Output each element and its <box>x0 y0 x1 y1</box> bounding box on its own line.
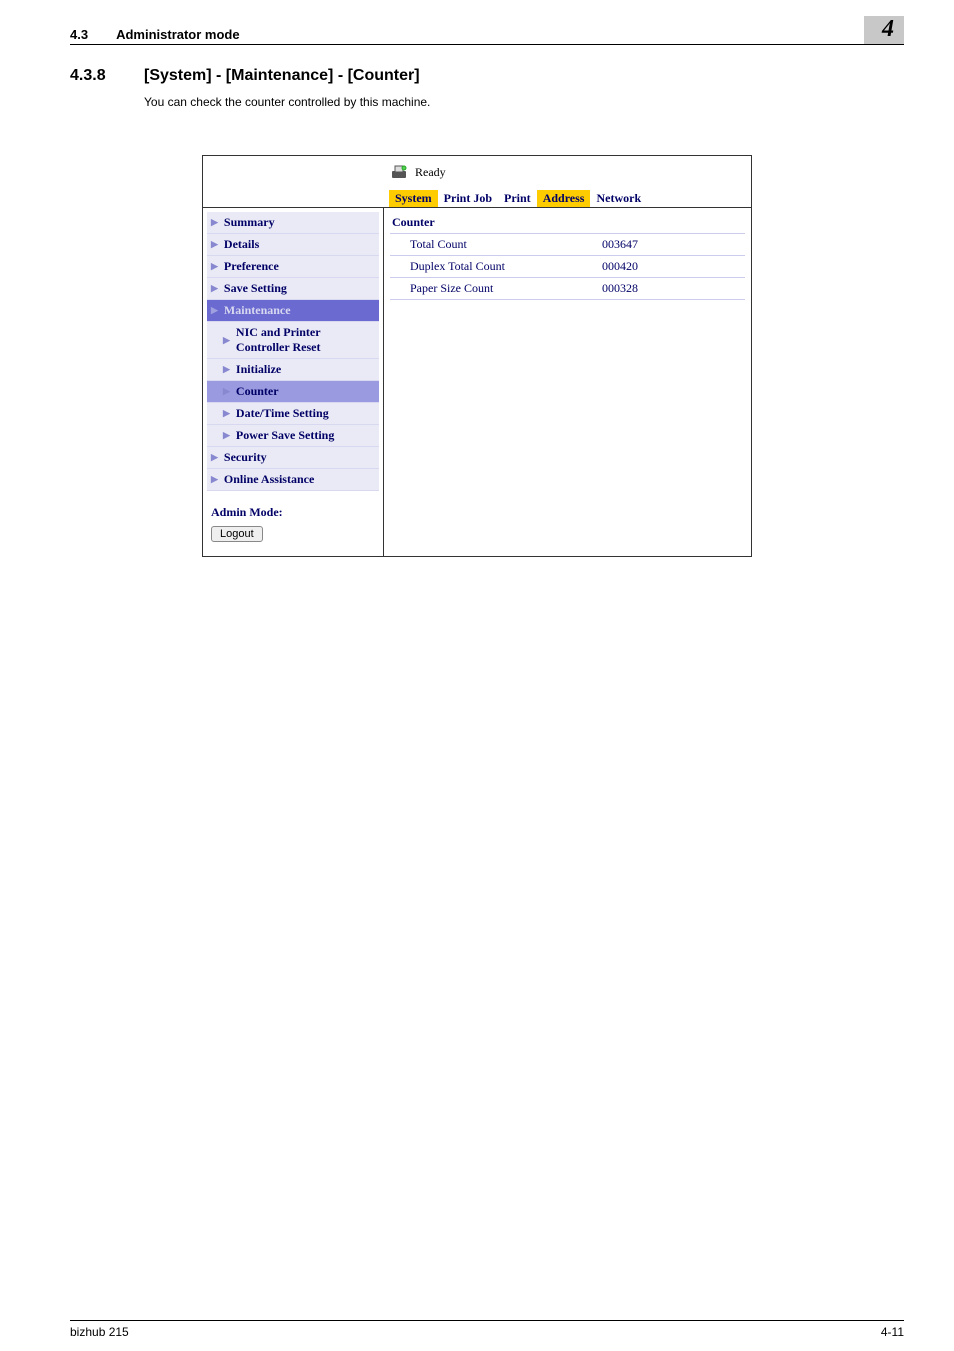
status-text: Ready <box>415 165 446 180</box>
tab-bar: System Print Job Print Address Network <box>389 190 751 207</box>
sidebar-list: ▶ Summary ▶ Details ▶ Preference ▶ Save Setting… <box>207 212 379 491</box>
sidebar-item[interactable]: ▶ Date/Time Setting <box>207 403 379 425</box>
tab-print-job[interactable]: Print Job <box>438 190 498 207</box>
tab-network[interactable]: Network <box>590 190 647 207</box>
counter-label: Total Count <box>392 237 602 252</box>
section-number: 4.3.8 <box>70 67 144 85</box>
sidebar-item-label: Preference <box>224 259 279 274</box>
chapter-badge: 4 <box>864 16 904 44</box>
sidebar-item-label: Counter <box>236 384 279 399</box>
sidebar-item[interactable]: ▶ Save Setting <box>207 278 379 300</box>
sidebar-item[interactable]: ▶ Details <box>207 234 379 256</box>
counter-heading: Counter <box>390 214 745 234</box>
sidebar-item[interactable]: ▶ Preference <box>207 256 379 278</box>
header-section-number: 4.3 <box>70 27 88 42</box>
sidebar-item-label: Maintenance <box>224 303 291 318</box>
footer-page: 4-11 <box>881 1325 904 1339</box>
section-heading: 4.3.8 [System] - [Maintenance] - [Counte… <box>70 67 904 85</box>
arrow-icon: ▶ <box>211 261 218 272</box>
web-connection-screenshot: Ready System Print Job Print Address Net… <box>202 155 752 557</box>
sidebar-item-label: NIC and Printer Controller Reset <box>236 325 375 355</box>
counter-value: 000420 <box>602 259 743 274</box>
sidebar-item[interactable]: ▶ Security <box>207 447 379 469</box>
arrow-icon: ▶ <box>223 364 230 375</box>
arrow-icon: ▶ <box>223 430 230 441</box>
tab-system[interactable]: System <box>389 190 438 207</box>
counter-row: Duplex Total Count000420 <box>390 256 745 278</box>
admin-mode-label: Admin Mode: <box>211 505 379 520</box>
sidebar-item-label: Details <box>224 237 259 252</box>
status-spacer <box>209 162 389 207</box>
status-right: Ready System Print Job Print Address Net… <box>389 162 751 207</box>
header-section-title: Administrator mode <box>116 27 864 42</box>
content-row: ▶ Summary ▶ Details ▶ Preference ▶ Save Setting… <box>203 207 751 556</box>
sidebar-item[interactable]: ▶ Initialize <box>207 359 379 381</box>
sidebar-item[interactable]: ▶ Summary <box>207 212 379 234</box>
sidebar-item-label: Initialize <box>236 362 281 377</box>
sidebar-item-label: Power Save Setting <box>236 428 334 443</box>
status-line: Ready <box>389 162 751 190</box>
sidebar-item[interactable]: ▶ Power Save Setting <box>207 425 379 447</box>
arrow-icon: ▶ <box>211 305 218 316</box>
arrow-icon: ▶ <box>223 386 230 397</box>
arrow-icon: ▶ <box>211 474 218 485</box>
arrow-icon: ▶ <box>223 408 230 419</box>
sidebar-item-label: Save Setting <box>224 281 287 296</box>
arrow-icon: ▶ <box>211 452 218 463</box>
arrow-icon: ▶ <box>211 217 218 228</box>
arrow-icon: ▶ <box>223 335 230 346</box>
logout-button[interactable]: Logout <box>211 526 263 542</box>
sidebar-item[interactable]: ▶ Maintenance <box>207 300 379 322</box>
counter-table: Total Count003647Duplex Total Count00042… <box>390 234 745 300</box>
footer-product: bizhub 215 <box>70 1325 129 1339</box>
main-pane: Counter Total Count003647Duplex Total Co… <box>383 208 751 556</box>
section-body-text: You can check the counter controlled by … <box>144 95 904 109</box>
counter-label: Duplex Total Count <box>392 259 602 274</box>
sidebar-item-label: Date/Time Setting <box>236 406 329 421</box>
counter-value: 000328 <box>602 281 743 296</box>
tab-print[interactable]: Print <box>498 190 537 207</box>
arrow-icon: ▶ <box>211 239 218 250</box>
printer-status-icon <box>389 162 409 182</box>
tab-address[interactable]: Address <box>537 190 591 207</box>
status-area: Ready System Print Job Print Address Net… <box>203 156 751 207</box>
counter-row: Total Count003647 <box>390 234 745 256</box>
sidebar-item-label: Online Assistance <box>224 472 314 487</box>
section-title: [System] - [Maintenance] - [Counter] <box>144 67 420 85</box>
counter-label: Paper Size Count <box>392 281 602 296</box>
page-header: 4.3 Administrator mode 4 <box>70 16 904 45</box>
page-footer: bizhub 215 4-11 <box>70 1320 904 1339</box>
sidebar-item[interactable]: ▶ Online Assistance <box>207 469 379 491</box>
sidebar: ▶ Summary ▶ Details ▶ Preference ▶ Save Setting… <box>203 208 383 556</box>
sidebar-item-label: Summary <box>224 215 275 230</box>
counter-value: 003647 <box>602 237 743 252</box>
counter-row: Paper Size Count000328 <box>390 278 745 300</box>
sidebar-item[interactable]: ▶ Counter <box>207 381 379 403</box>
admin-block: Admin Mode: Logout <box>207 491 379 546</box>
sidebar-item-label: Security <box>224 450 267 465</box>
sidebar-item[interactable]: ▶ NIC and Printer Controller Reset <box>207 322 379 359</box>
arrow-icon: ▶ <box>211 283 218 294</box>
